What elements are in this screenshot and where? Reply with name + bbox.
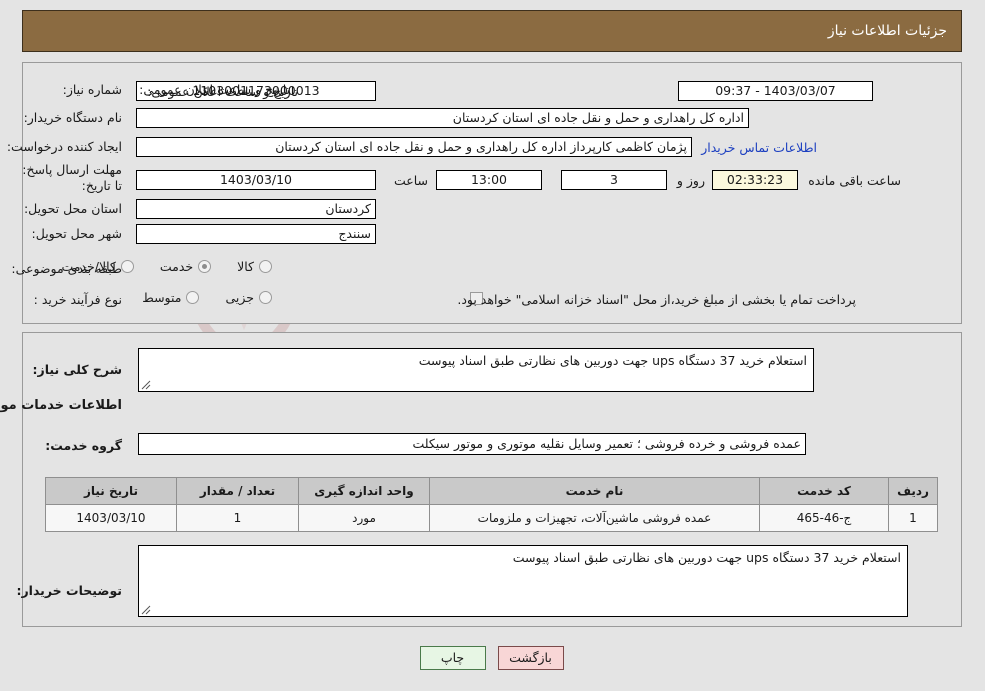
back-button[interactable]: بازگشت bbox=[498, 646, 565, 670]
service-group-label: گروه خدمت: bbox=[46, 438, 123, 453]
city-value: سنندج bbox=[137, 224, 377, 244]
page-title: جزئیات اطلاعات نیاز bbox=[828, 23, 948, 39]
resize-grip-icon[interactable] bbox=[142, 380, 152, 390]
province-label: استان محل تحویل: bbox=[24, 201, 123, 216]
process-option-1[interactable]: متوسط bbox=[143, 290, 201, 305]
public-announce-label-2: تاریخ و ساعت اعلان عمومی: bbox=[148, 84, 299, 99]
countdown-label: ساعت باقی مانده bbox=[809, 173, 902, 188]
col-unit: واحد اندازه گیری bbox=[299, 477, 431, 505]
category-label-2: کالا/خدمت bbox=[62, 259, 117, 274]
category-option-0[interactable]: کالا bbox=[238, 259, 273, 274]
buyer-notes-label: توضیحات خریدار: bbox=[17, 583, 123, 598]
buyer-contact-link[interactable]: اطلاعات تماس خریدار bbox=[702, 140, 818, 155]
need-number-row: شماره نیاز: bbox=[64, 82, 123, 97]
process-label-1: متوسط bbox=[143, 290, 183, 305]
category-label-1: خدمت bbox=[160, 259, 195, 274]
need-number-label: شماره نیاز: bbox=[63, 82, 123, 97]
remaining-days-value: 3 bbox=[562, 170, 668, 190]
public-announce-value: 1403/03/07 - 09:37 bbox=[679, 81, 874, 101]
table-header-row: ردیف کد خدمت نام خدمت واحد اندازه گیری ت… bbox=[46, 477, 939, 505]
deadline-time-label: ساعت bbox=[394, 173, 429, 188]
col-index: ردیف bbox=[889, 477, 939, 505]
cell-code: ج-46-465 bbox=[760, 504, 890, 532]
process-radio-1[interactable] bbox=[187, 291, 201, 304]
table-body: 1 ج-46-465 عمده فروشی ماشین‌آلات، تجهیزات … bbox=[46, 504, 939, 532]
cell-index: 1 bbox=[889, 504, 939, 532]
deadline-label: مهلت ارسال پاسخ: تا تاریخ: bbox=[23, 162, 123, 193]
category-radio-2[interactable] bbox=[121, 260, 135, 273]
remaining-days-label: روز و bbox=[677, 173, 706, 188]
process-radio-0[interactable] bbox=[260, 291, 273, 304]
countdown-timer: 02:33:23 bbox=[713, 170, 799, 190]
print-button[interactable]: چاپ bbox=[420, 646, 487, 670]
process-label-0: جزیی bbox=[226, 290, 255, 305]
category-option-2[interactable]: کالا/خدمت bbox=[62, 259, 135, 274]
services-heading: اطلاعات خدمات مورد نیاز bbox=[0, 398, 123, 413]
deadline-date-value: 1403/03/10 bbox=[137, 170, 377, 190]
process-label: نوع فرآیند خرید : bbox=[34, 292, 123, 307]
col-quantity: تعداد / مقدار bbox=[177, 477, 300, 505]
category-label-0: کالا bbox=[238, 259, 255, 274]
cell-need-date: 1403/03/10 bbox=[46, 504, 178, 532]
buyer-notes-textarea[interactable]: استعلام خرید 37 دستگاه ups جهت دوربین ها… bbox=[139, 545, 909, 617]
table-row: 1 ج-46-465 عمده فروشی ماشین‌آلات، تجهیزات … bbox=[46, 504, 939, 532]
summary-label: شرح کلی نیاز: bbox=[33, 362, 123, 377]
cell-name: عمده فروشی ماشین‌آلات، تجهیزات و ملزومات bbox=[430, 504, 761, 532]
service-group-value: عمده فروشی و خرده فروشی ؛ تعمیر وسایل نق… bbox=[139, 433, 807, 455]
page-header: جزئیات اطلاعات نیاز bbox=[23, 10, 963, 52]
buyer-org-value: اداره کل راهداری و حمل و نقل جاده ای است… bbox=[137, 108, 750, 128]
requester-label: ایجاد کننده درخواست: bbox=[7, 139, 123, 154]
category-radio-group: کالا خدمت کالا/خدمت bbox=[36, 259, 273, 276]
requester-value: پژمان کاظمی کارپرداز اداره کل راهداری و … bbox=[137, 137, 693, 157]
treasury-note: پرداخت تمام یا بخشی از مبلغ خرید،از محل … bbox=[458, 292, 857, 307]
summary-textarea[interactable]: استعلام خرید 37 دستگاه ups جهت دوربین ها… bbox=[139, 348, 815, 392]
buyer-notes-value: استعلام خرید 37 دستگاه ups جهت دوربین ها… bbox=[513, 550, 902, 565]
cell-quantity: 1 bbox=[177, 504, 300, 532]
buyer-org-label: نام دستگاه خریدار: bbox=[24, 110, 123, 125]
footer-button-bar: بازگشت چاپ bbox=[0, 646, 985, 670]
resize-grip-icon[interactable] bbox=[142, 605, 152, 615]
category-option-1[interactable]: خدمت bbox=[160, 259, 213, 274]
process-option-0[interactable]: جزیی bbox=[226, 290, 273, 305]
col-need-date: تاریخ نیاز bbox=[46, 477, 178, 505]
process-radio-group: جزیی متوسط bbox=[117, 290, 273, 307]
items-table: ردیف کد خدمت نام خدمت واحد اندازه گیری ت… bbox=[46, 477, 939, 532]
summary-value: استعلام خرید 37 دستگاه ups جهت دوربین ها… bbox=[419, 353, 808, 368]
cell-unit: مورد bbox=[299, 504, 431, 532]
need-info-panel bbox=[23, 62, 963, 324]
city-label: شهر محل تحویل: bbox=[32, 226, 123, 241]
category-radio-1[interactable] bbox=[199, 260, 213, 273]
col-code: کد خدمت bbox=[760, 477, 890, 505]
category-radio-0[interactable] bbox=[260, 260, 273, 273]
col-name: نام خدمت bbox=[430, 477, 761, 505]
province-value: کردستان bbox=[137, 199, 377, 219]
deadline-time-value: 13:00 bbox=[437, 170, 543, 190]
